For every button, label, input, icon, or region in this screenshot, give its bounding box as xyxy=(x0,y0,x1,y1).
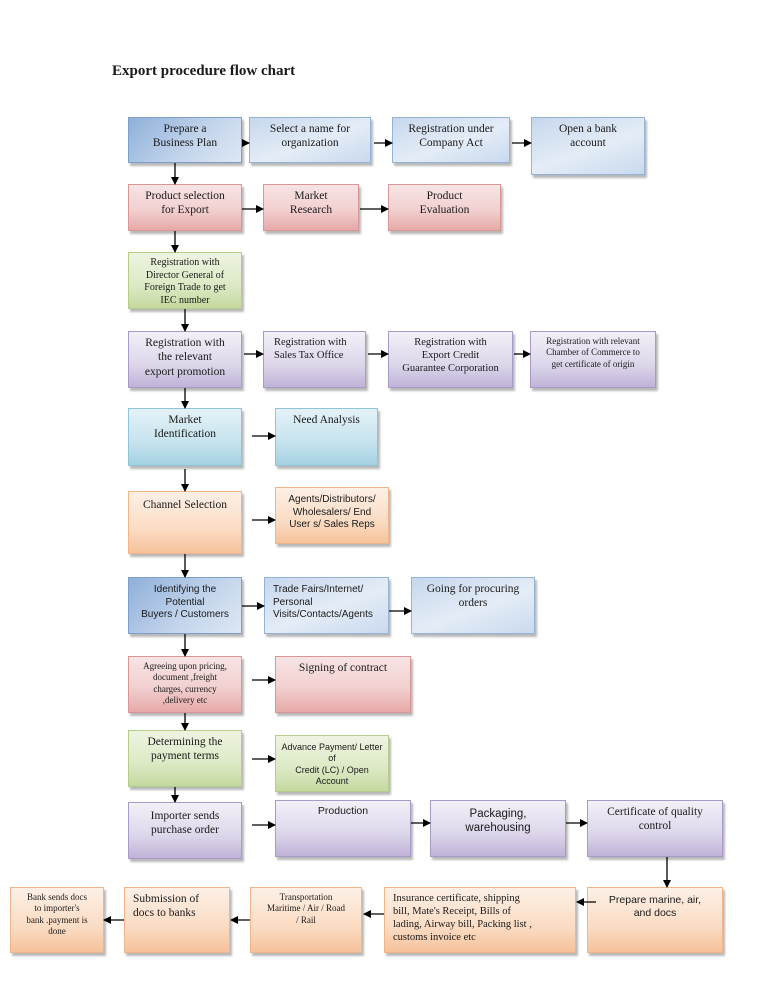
step-prepare-docs: Prepare marine, air, and docs xyxy=(587,887,723,953)
step-label: Registration with Sales Tax Office xyxy=(274,337,347,362)
step-ecgc: Registration with Export Credit Guarante… xyxy=(388,331,513,388)
page-title: Export procedure flow chart xyxy=(112,63,296,79)
step-label: Identifying the Potential Buyers / Custo… xyxy=(141,584,229,620)
step-agree-pricing: Agreeing upon pricing, document ,freight… xyxy=(128,656,242,713)
step-select-name: Select a name for organization xyxy=(249,117,371,163)
step-identify-buyers: Identifying the Potential Buyers / Custo… xyxy=(128,577,242,634)
step-payment-methods: Advance Payment/ Letter of Credit (LC) /… xyxy=(275,735,389,792)
step-procuring-orders: Going for procuring orders xyxy=(411,577,535,634)
step-market-identification: Market Identification xyxy=(128,408,242,466)
step-label: Insurance certificate, shipping bill, Ma… xyxy=(393,893,532,944)
step-label: Going for procuring orders xyxy=(426,583,520,610)
step-label: Certificate of quality control xyxy=(607,806,703,833)
step-chamber-commerce: Registration with relevant Chamber of Co… xyxy=(530,331,656,388)
step-label: Registration with Export Credit Guarante… xyxy=(402,337,499,375)
step-bank-sends-docs: Bank sends docs to importer's bank .paym… xyxy=(10,887,104,953)
step-label: Determining the payment terms xyxy=(147,736,223,763)
step-label: Importer sends purchase order xyxy=(150,810,220,837)
step-label: Registration with Director General of Fo… xyxy=(144,257,226,306)
step-label: Registration with relevant Chamber of Co… xyxy=(546,336,640,369)
step-transportation: Transportation Maritime / Air / Road / R… xyxy=(250,887,362,953)
step-label: Registration under Company Act xyxy=(408,123,494,150)
step-product-selection: Product selection for Export xyxy=(128,184,242,231)
step-label: Registration with the relevant export pr… xyxy=(144,337,226,378)
step-label: Market Research xyxy=(289,190,333,217)
step-label: Prepare a Business Plan xyxy=(152,123,218,150)
step-label: Channel Selection xyxy=(143,499,227,511)
step-export-promotion: Registration with the relevant export pr… xyxy=(128,331,242,388)
step-label: Signing of contract xyxy=(298,662,388,674)
step-signing-contract: Signing of contract xyxy=(275,656,411,713)
step-label: Market Identification xyxy=(154,414,216,441)
step-purchase-order: Importer sends purchase order xyxy=(128,802,242,859)
step-business-plan: Prepare a Business Plan xyxy=(128,117,242,163)
step-packaging: Packaging, warehousing xyxy=(430,800,566,857)
step-need-analysis: Need Analysis xyxy=(275,408,378,466)
step-label: Select a name for organization xyxy=(269,123,351,150)
step-channels: Agents/Distributors/ Wholesalers/ End Us… xyxy=(275,487,389,544)
step-label: Product selection for Export xyxy=(145,190,225,217)
step-company-act: Registration under Company Act xyxy=(392,117,510,163)
step-quality-certificate: Certificate of quality control xyxy=(587,800,723,857)
step-label: Prepare marine, air, and docs xyxy=(608,894,702,920)
step-channel-selection: Channel Selection xyxy=(128,491,242,554)
step-product-evaluation: Product Evaluation xyxy=(388,184,501,231)
step-dgft-registration: Registration with Director General of Fo… xyxy=(128,252,242,309)
step-production: Production xyxy=(275,800,411,857)
step-label: Submission of docs to banks xyxy=(133,893,200,920)
step-market-research: Market Research xyxy=(263,184,359,231)
step-trade-fairs: Trade Fairs/Internet/ Personal Visits/Co… xyxy=(264,577,389,634)
step-label: Product Evaluation xyxy=(419,190,470,217)
step-submission-docs: Submission of docs to banks xyxy=(124,887,230,953)
step-label: Production xyxy=(317,805,369,817)
step-payment-terms: Determining the payment terms xyxy=(128,730,242,787)
step-label: Open a bank account xyxy=(558,123,618,150)
step-label: Bank sends docs to importer's bank .paym… xyxy=(26,892,88,936)
step-sales-tax: Registration with Sales Tax Office xyxy=(263,331,366,388)
step-label: Agreeing upon pricing, document ,freight… xyxy=(143,661,227,705)
step-label: Agents/Distributors/ Wholesalers/ End Us… xyxy=(288,494,376,530)
step-bank-account: Open a bank account xyxy=(531,117,645,175)
step-label: Need Analysis xyxy=(293,414,360,426)
step-label: Advance Payment/ Letter of Credit (LC) /… xyxy=(281,742,383,786)
step-label: Trade Fairs/Internet/ Personal Visits/Co… xyxy=(273,584,373,620)
step-shipping-docs: Insurance certificate, shipping bill, Ma… xyxy=(384,887,576,953)
step-label: Transportation Maritime / Air / Road / R… xyxy=(267,892,345,925)
step-label: Packaging, warehousing xyxy=(465,808,531,835)
